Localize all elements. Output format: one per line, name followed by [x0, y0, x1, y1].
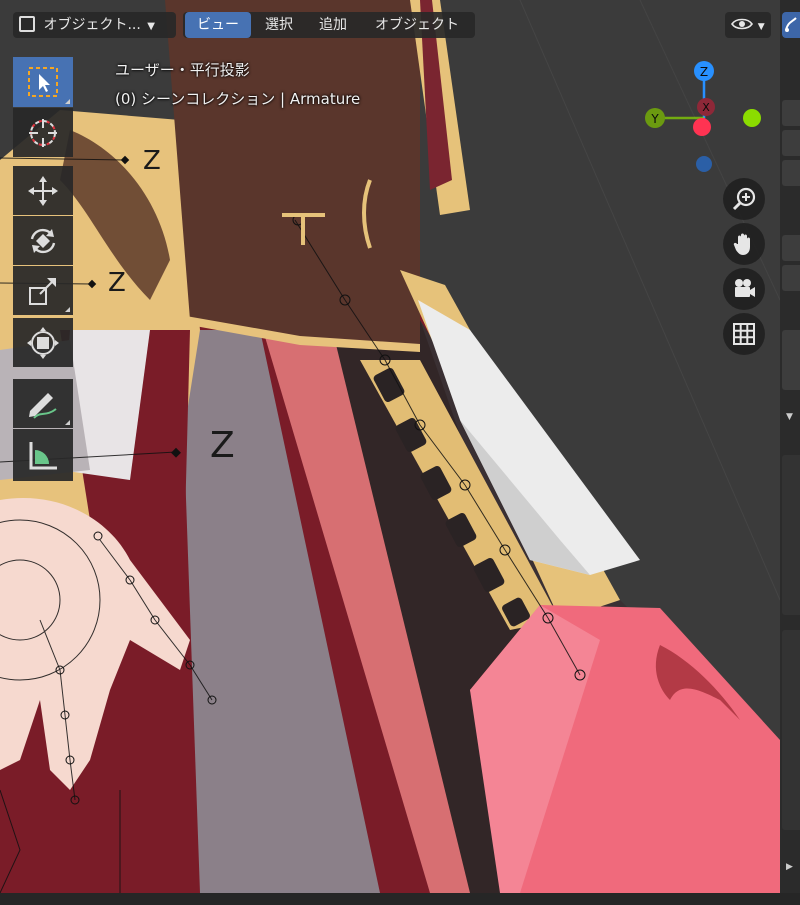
menu-select[interactable]: 選択	[254, 12, 304, 38]
grid-icon	[733, 323, 755, 345]
tool-cursor[interactable]	[13, 108, 73, 157]
transform-icon	[27, 326, 59, 359]
tool-select-box[interactable]	[13, 57, 73, 107]
camera-icon	[735, 279, 755, 297]
tool-move[interactable]	[13, 166, 73, 215]
viewport-header: オブジェクト... ▼ ビュー 選択 追加 オブジェクト ▼	[0, 0, 780, 48]
eye-icon	[731, 18, 754, 30]
panel-row[interactable]	[782, 130, 800, 156]
ortho-toggle-button[interactable]	[723, 313, 765, 355]
annotate-icon	[29, 392, 57, 419]
select-box-icon	[28, 67, 58, 97]
bone-axis-label: Z	[108, 268, 126, 298]
menu-add[interactable]: 追加	[309, 12, 357, 38]
panel-row[interactable]	[782, 235, 800, 261]
gizmo-x-axis[interactable]	[693, 118, 711, 136]
pan-button[interactable]	[723, 223, 765, 265]
node-editor-icon	[785, 17, 797, 32]
panel-expand-arrow[interactable]: ▶	[786, 862, 793, 872]
panel-row[interactable]	[782, 330, 800, 390]
properties-panel-edge[interactable]: ▼ ▶	[780, 0, 800, 893]
tool-measure[interactable]	[13, 429, 73, 481]
gizmo-z-label: Z	[700, 65, 708, 79]
tool-options-corner	[65, 99, 70, 104]
status-bar	[0, 893, 800, 905]
gizmo-y-pos-axis[interactable]	[743, 109, 761, 127]
gizmo-z-neg-axis[interactable]	[696, 156, 712, 172]
chevron-down-icon: ▼	[757, 22, 765, 32]
tool-scale[interactable]	[13, 266, 73, 315]
pan-hand-icon	[733, 233, 750, 255]
rotate-icon	[30, 228, 56, 253]
tool-transform[interactable]	[13, 318, 73, 367]
bone-axis-label: Z	[143, 146, 161, 176]
chevron-down-icon: ▼	[147, 21, 155, 32]
panel-section[interactable]	[782, 455, 800, 615]
object-mode-icon	[19, 16, 35, 32]
gizmo-y-label: Y	[650, 112, 659, 126]
visibility-dropdown[interactable]: ▼	[725, 12, 771, 38]
camera-view-button[interactable]	[723, 268, 765, 310]
scale-icon	[29, 277, 56, 305]
mode-dropdown-label: オブジェクト...	[43, 17, 141, 33]
collection-info: (0) シーンコレクション | Armature	[115, 90, 361, 108]
panel-row[interactable]	[782, 160, 800, 186]
tool-options-corner	[65, 307, 70, 312]
panel-row[interactable]	[782, 100, 800, 126]
zoom-button[interactable]	[723, 178, 765, 220]
menu-view[interactable]: ビュー	[185, 12, 251, 38]
bone-axis-label: Z	[210, 425, 235, 466]
3d-viewport[interactable]: Z Z Z オブジェクト... ▼ ビュー 選択 追加 オブジェクト ▼ ユーザ…	[0, 0, 780, 893]
menu-object[interactable]: オブジェクト	[362, 12, 472, 38]
zoom-icon	[732, 187, 756, 211]
gizmo-x-label: X	[702, 101, 710, 114]
tool-rotate[interactable]	[13, 216, 73, 265]
tool-options-corner	[65, 420, 70, 425]
panel-row[interactable]	[782, 265, 800, 291]
editor-type-button[interactable]	[782, 12, 800, 38]
measure-icon	[29, 442, 57, 470]
view-name: ユーザー・平行投影	[115, 61, 250, 79]
mode-dropdown[interactable]: オブジェクト... ▼	[13, 12, 176, 38]
cursor-icon	[29, 118, 57, 147]
navigation-gizmo[interactable]: Z Y X	[640, 60, 770, 180]
tool-annotate[interactable]	[13, 379, 73, 428]
panel-collapse-arrow[interactable]: ▼	[786, 412, 793, 422]
panel-section[interactable]	[782, 630, 800, 830]
move-icon	[28, 175, 58, 206]
